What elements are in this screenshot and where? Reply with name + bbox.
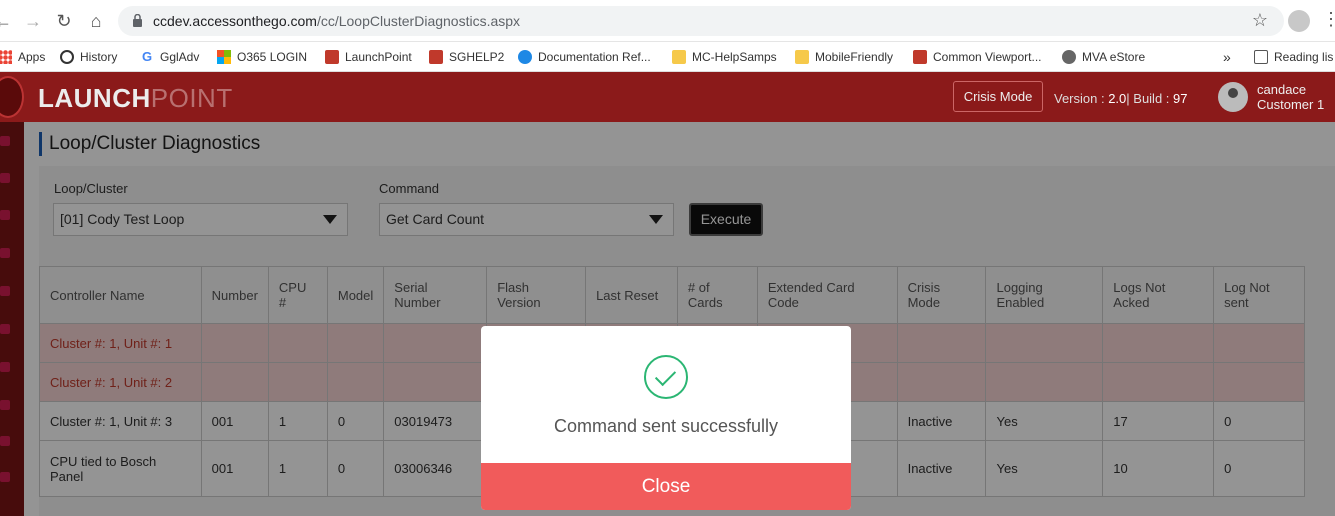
- microsoft-icon: [217, 50, 231, 64]
- globe-icon: [1062, 50, 1076, 64]
- documentation-icon: [518, 50, 532, 64]
- sghelp-icon: [429, 50, 443, 64]
- forward-icon[interactable]: →: [22, 10, 44, 32]
- success-dialog: Command sent successfully Close: [481, 326, 851, 510]
- viewport-icon: [913, 50, 927, 64]
- back-icon[interactable]: ←: [0, 10, 14, 32]
- reading-list-icon: [1254, 50, 1268, 64]
- menu-icon[interactable]: ⋮: [1322, 8, 1335, 30]
- brand-wordmark: LAUNCHPOINT: [38, 83, 233, 113]
- app-logo[interactable]: [0, 76, 24, 118]
- user-menu[interactable]: candace Customer 1: [1257, 82, 1324, 112]
- check-circle-icon: [644, 355, 688, 399]
- bookmark-o365[interactable]: O365 LOGIN: [217, 42, 307, 72]
- avatar[interactable]: [1218, 82, 1248, 112]
- apps-icon: [0, 50, 12, 64]
- bookmark-common-viewport[interactable]: Common Viewport...: [913, 42, 1042, 72]
- bookmark-documentation[interactable]: Documentation Ref...: [518, 42, 651, 72]
- bookmark-mobilefriendly[interactable]: MobileFriendly: [795, 42, 893, 72]
- bookmarks-overflow[interactable]: »: [1223, 42, 1231, 72]
- url-text: ccdev.accessonthego.com/cc/LoopClusterDi…: [153, 13, 521, 29]
- google-icon: G: [141, 49, 153, 64]
- crisis-mode-button[interactable]: Crisis Mode: [953, 81, 1043, 112]
- close-button[interactable]: Close: [481, 463, 851, 510]
- bookmark-apps[interactable]: Apps: [0, 42, 45, 72]
- launchpoint-icon: [325, 50, 339, 64]
- bookmark-sghelp2[interactable]: SGHELP2: [429, 42, 504, 72]
- bookmarks-bar: Apps History G GglAdv O365 LOGIN LaunchPo…: [0, 42, 1335, 72]
- bookmark-mc-helpsamps[interactable]: MC-HelpSamps: [672, 42, 777, 72]
- home-icon[interactable]: ⌂: [85, 10, 107, 32]
- bookmark-launchpoint[interactable]: LaunchPoint: [325, 42, 412, 72]
- address-bar[interactable]: ccdev.accessonthego.com/cc/LoopClusterDi…: [118, 6, 1284, 36]
- browser-toolbar: ← → ↻ ⌂ ccdev.accessonthego.com/cc/LoopC…: [0, 0, 1335, 42]
- profile-icon[interactable]: [1288, 10, 1310, 32]
- dialog-message: Command sent successfully: [553, 416, 779, 436]
- history-icon: [60, 50, 74, 64]
- folder-icon: [795, 50, 809, 64]
- folder-icon: [672, 50, 686, 64]
- lock-icon: [133, 14, 142, 27]
- bookmark-mva-estore[interactable]: MVA eStore: [1062, 42, 1145, 72]
- bookmark-star-icon[interactable]: ☆: [1252, 10, 1268, 31]
- reload-icon[interactable]: ↻: [53, 10, 75, 32]
- bookmark-ggladv[interactable]: G GglAdv: [140, 42, 199, 72]
- app-header: LAUNCHPOINT Crisis Mode Version : 2.0| B…: [0, 72, 1335, 122]
- version-info: Version : 2.0| Build : 97: [1054, 91, 1188, 106]
- bookmark-history[interactable]: History: [60, 42, 117, 72]
- reading-list[interactable]: Reading lis: [1254, 42, 1333, 72]
